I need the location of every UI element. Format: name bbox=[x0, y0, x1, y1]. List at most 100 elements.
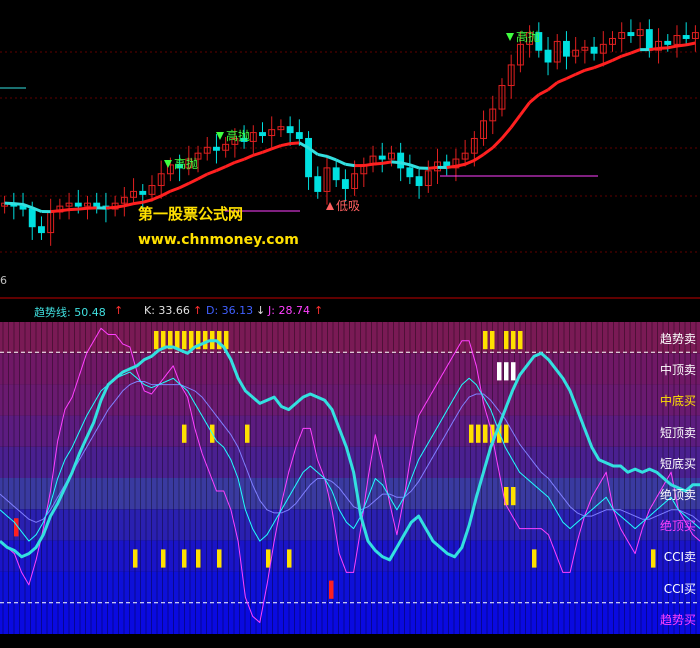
candle-body bbox=[682, 35, 690, 39]
candle-body bbox=[664, 40, 672, 45]
signal-bar bbox=[182, 331, 187, 350]
price-trend-line bbox=[391, 160, 401, 165]
signal-band-panel bbox=[0, 322, 700, 634]
candle-body bbox=[341, 179, 349, 189]
signal-bar bbox=[133, 549, 138, 568]
band-label: 中底买 bbox=[659, 394, 696, 409]
candle-body bbox=[38, 226, 45, 234]
signal-bar bbox=[196, 549, 201, 568]
signal-bar bbox=[182, 549, 187, 568]
price-trend-line bbox=[658, 46, 668, 50]
signal-bar bbox=[511, 362, 516, 381]
annotation-label: 高抛 bbox=[516, 29, 540, 44]
candle-body bbox=[415, 176, 423, 187]
band-label: 趋势卖 bbox=[659, 332, 696, 346]
trend-line-value: 趋势线: 50.48 bbox=[34, 306, 106, 319]
annotation-label: 低吸 bbox=[336, 199, 360, 213]
price-trend-line bbox=[13, 202, 24, 206]
k-value: K: 33.66 bbox=[144, 304, 190, 317]
band-label: 短底买 bbox=[659, 456, 696, 471]
candle-body bbox=[28, 208, 36, 228]
signal-bar bbox=[483, 331, 488, 350]
candle-body bbox=[295, 132, 303, 139]
price-trend-line bbox=[381, 160, 392, 165]
signal-bar bbox=[483, 424, 488, 443]
signal-bar bbox=[245, 424, 250, 443]
price-trend-line bbox=[68, 207, 79, 212]
indicator-header: 趋势线: 50.48 ↑ K: 33.66 ↑ D: 36.13 ↓ J: 28… bbox=[0, 302, 700, 320]
signal-bar bbox=[504, 331, 509, 350]
price-trend-line bbox=[50, 209, 61, 214]
chart-canvas: 高抛高抛低吸高抛 bbox=[0, 0, 700, 648]
price-trend-line bbox=[667, 44, 678, 50]
price-trend-line bbox=[363, 162, 374, 168]
watermark-site-url: www.chnmoney.com bbox=[138, 232, 299, 248]
price-trend-line bbox=[676, 43, 687, 48]
band-label: 趋势买 bbox=[659, 612, 696, 627]
d-down-arrow-icon: ↓ bbox=[256, 304, 266, 317]
band-label: 绝顶买 bbox=[659, 519, 696, 534]
signal-bar bbox=[532, 549, 537, 568]
signal-bar bbox=[511, 487, 516, 506]
j-up-arrow-icon: ↑ bbox=[314, 304, 324, 317]
price-trend-line bbox=[105, 205, 116, 210]
j-value: J: 28.74 bbox=[268, 304, 310, 317]
candle-body bbox=[286, 126, 294, 134]
price-trend-line bbox=[123, 202, 134, 208]
band-label: 短顶卖 bbox=[659, 425, 696, 440]
axis-number-label: 6 bbox=[0, 274, 7, 287]
candle-body bbox=[74, 202, 82, 207]
annotation-label: 高抛 bbox=[226, 128, 250, 143]
signal-bar bbox=[490, 331, 495, 350]
band-label: CCI买 bbox=[663, 581, 696, 596]
price-trend-line bbox=[114, 204, 125, 209]
band-label: 绝顶卖 bbox=[659, 488, 696, 502]
signal-bar bbox=[476, 424, 481, 443]
signal-bar bbox=[518, 331, 523, 350]
signal-bar bbox=[287, 549, 292, 568]
signal-bar bbox=[217, 549, 222, 568]
band-label: 中顶卖 bbox=[659, 363, 696, 378]
signal-bar bbox=[469, 424, 474, 443]
price-trend-line bbox=[280, 142, 291, 148]
signal-bar bbox=[329, 580, 334, 599]
price-trend-line bbox=[446, 164, 457, 169]
price-trend-line bbox=[685, 41, 696, 47]
signal-bar bbox=[511, 331, 516, 350]
candle-body bbox=[544, 49, 552, 63]
candle-body bbox=[332, 167, 340, 181]
price-trend-line bbox=[78, 206, 88, 211]
candle-body bbox=[563, 40, 570, 57]
signal-bar bbox=[651, 549, 656, 568]
d-value: D: 36.13 bbox=[206, 304, 254, 317]
signal-bar bbox=[189, 331, 194, 350]
candle-body bbox=[305, 137, 312, 178]
signal-bar bbox=[154, 331, 159, 350]
candle-body bbox=[627, 32, 635, 37]
band-label: CCI卖 bbox=[663, 550, 696, 565]
price-trend-line bbox=[455, 162, 466, 168]
candle-body bbox=[314, 176, 322, 192]
price-trend-line bbox=[345, 162, 355, 168]
candle-body bbox=[397, 152, 405, 169]
candle-body bbox=[259, 132, 266, 137]
candle-body bbox=[645, 29, 653, 51]
price-trend-line bbox=[290, 141, 300, 146]
price-trend-line bbox=[59, 208, 70, 213]
k-up-arrow-icon: ↑ bbox=[193, 304, 203, 317]
signal-bar bbox=[182, 424, 187, 443]
price-trend-line bbox=[400, 161, 411, 167]
price-trend-line bbox=[317, 152, 328, 158]
candle-body bbox=[378, 155, 386, 160]
signal-bar bbox=[161, 549, 166, 568]
signal-bar bbox=[504, 424, 509, 443]
candle-body bbox=[590, 46, 598, 54]
watermark-site-name: 第一股票公式网 bbox=[138, 205, 244, 223]
signal-bar bbox=[504, 362, 509, 381]
candle-body bbox=[93, 202, 101, 207]
price-trend-line bbox=[372, 161, 383, 166]
price-trend-line bbox=[649, 46, 659, 52]
annotation-label: 高抛 bbox=[174, 156, 198, 171]
price-trend-line bbox=[428, 165, 438, 170]
trend-up-arrow-icon: ↑ bbox=[114, 304, 124, 317]
